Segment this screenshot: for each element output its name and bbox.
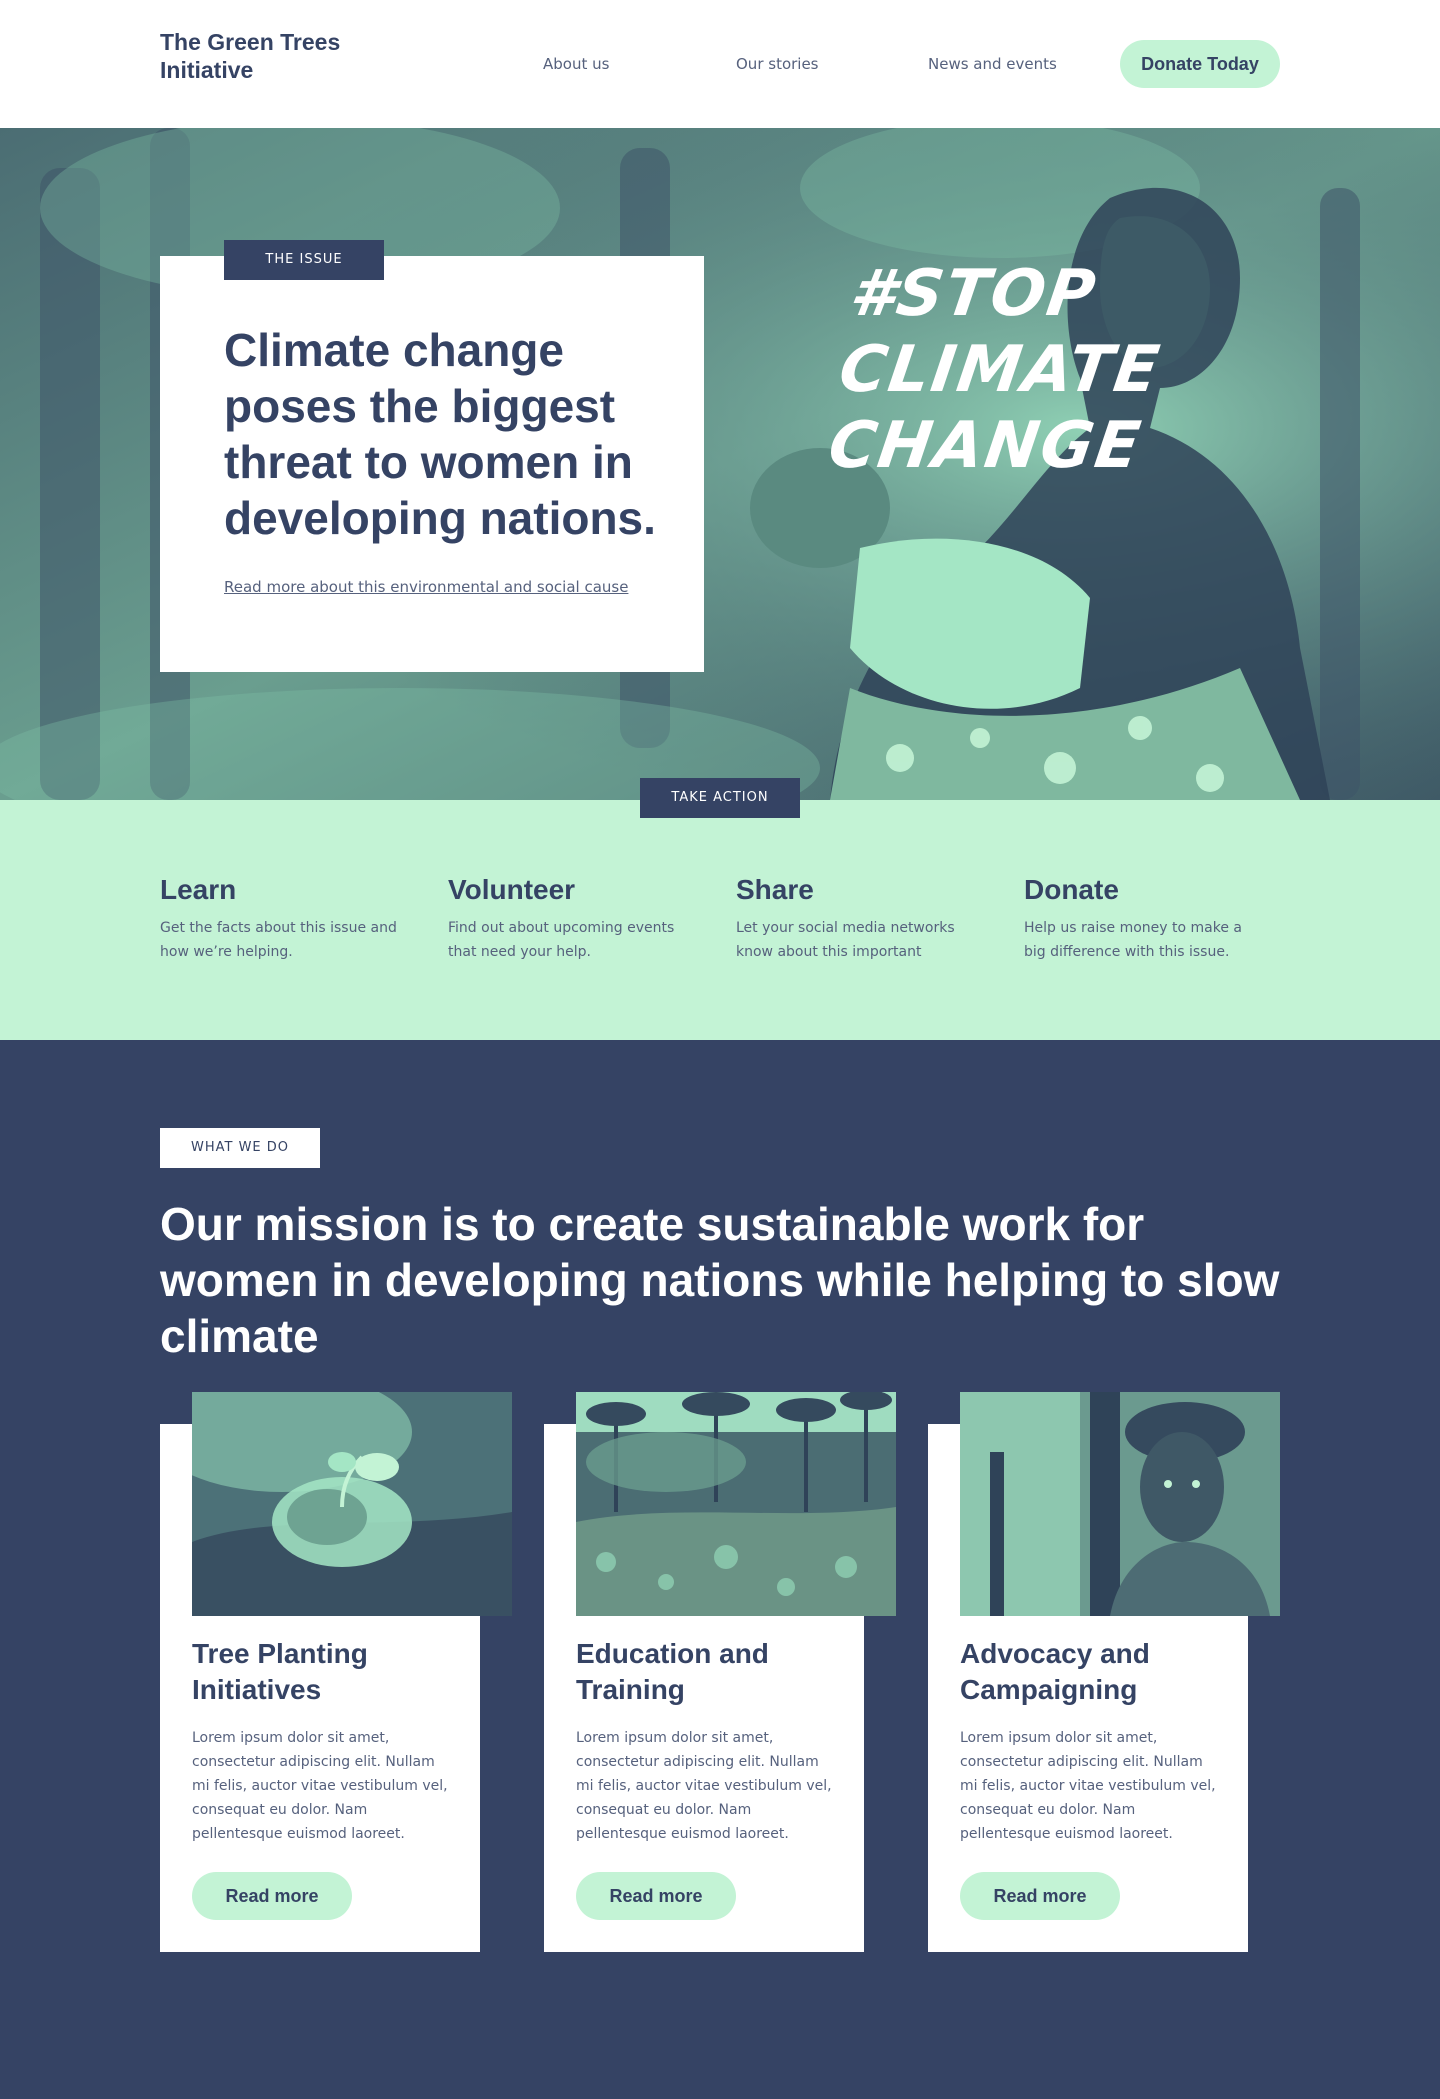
action-description: Let your social media networks know abou…	[736, 920, 955, 960]
donate-today-button[interactable]: Donate Today	[1120, 40, 1280, 88]
issue-tag: THE ISSUE	[224, 240, 384, 280]
hashtag-line: #STOP	[845, 257, 1102, 331]
seedling-in-hands-photo	[192, 1392, 512, 1616]
action-title: Volunteer	[448, 874, 576, 905]
action-description: Find out about upcoming events that need…	[448, 920, 675, 960]
action-title: Donate	[1024, 874, 1119, 905]
action-share[interactable]: Share Let your social media networks kno…	[736, 872, 976, 964]
what-we-do-tag: WHAT WE DO	[160, 1128, 320, 1168]
service-description: Lorem ipsum dolor sit amet, consectetur …	[960, 1730, 1216, 1842]
service-title: Tree Planting Initiatives	[192, 1638, 368, 1705]
hashtag-line: CHANGE	[824, 409, 1147, 483]
service-description: Lorem ipsum dolor sit amet, consectetur …	[192, 1730, 448, 1842]
nav-about-us[interactable]: About us	[543, 55, 609, 73]
action-volunteer[interactable]: Volunteer Find out about upcoming events…	[448, 872, 688, 964]
action-donate[interactable]: Donate Help us raise money to make a big…	[1024, 872, 1264, 964]
mission-heading: Our mission is to create sustainable wor…	[160, 1198, 1280, 1362]
action-description: Help us raise money to make a big differ…	[1024, 920, 1242, 960]
action-description: Get the facts about this issue and how w…	[160, 920, 397, 960]
nav-news-and-events[interactable]: News and events	[928, 55, 1057, 73]
take-action-tag: TAKE ACTION	[640, 778, 800, 818]
stop-climate-change-hashtag: #STOP CLIMATE CHANGE	[824, 256, 1176, 484]
action-title: Learn	[160, 874, 237, 905]
service-description: Lorem ipsum dolor sit amet, consectetur …	[576, 1730, 832, 1842]
nav-our-stories[interactable]: Our stories	[736, 55, 819, 73]
site-header: The Green Trees Initiative About us Our …	[0, 0, 1440, 128]
action-learn[interactable]: Learn Get the facts about this issue and…	[160, 872, 400, 964]
read-more-button[interactable]: Read more	[192, 1872, 352, 1920]
woman-portrait-photo	[960, 1392, 1280, 1616]
read-more-cause-link[interactable]: Read more about this environmental and s…	[224, 578, 628, 596]
hashtag-line: CLIMATE	[834, 333, 1166, 407]
read-more-button[interactable]: Read more	[576, 1872, 736, 1920]
service-title: Education and Training	[576, 1638, 769, 1705]
action-title: Share	[736, 874, 814, 905]
read-more-button[interactable]: Read more	[960, 1872, 1120, 1920]
site-logo[interactable]: The Green Trees Initiative	[160, 28, 360, 84]
palm-forest-field-photo	[576, 1392, 896, 1616]
hero-heading: Climate change poses the biggest threat …	[224, 324, 656, 544]
service-title: Advocacy and Campaigning	[960, 1638, 1150, 1705]
